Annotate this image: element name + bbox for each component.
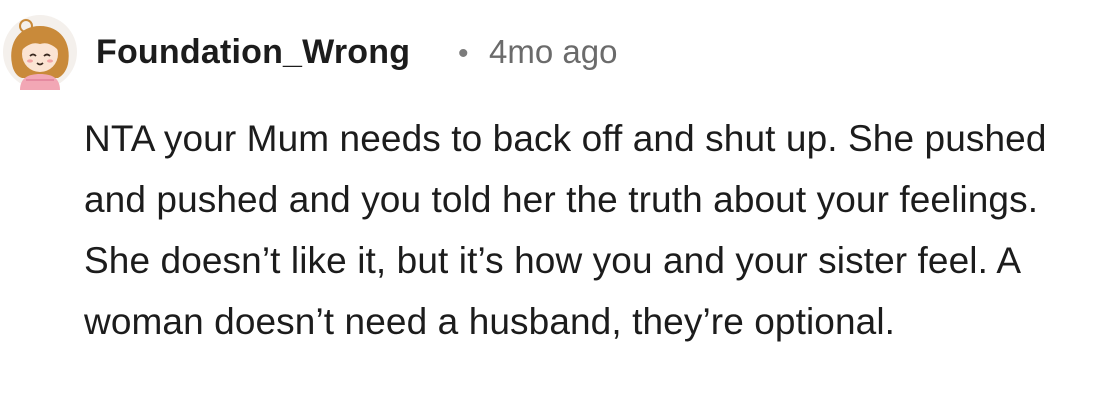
avatar[interactable] [2, 14, 78, 90]
comment-body: NTA your Mum needs to back off and shut … [84, 118, 1047, 342]
avatar-icon [3, 15, 77, 90]
username-link[interactable]: Foundation_Wrong [96, 30, 410, 74]
comment: Foundation_Wrong • 4mo ago NTA your Mum … [0, 0, 1114, 411]
comment-timestamp[interactable]: 4mo ago [489, 30, 617, 74]
separator-dot: • [458, 37, 469, 70]
comment-header: Foundation_Wrong • 4mo ago [0, 0, 1114, 100]
